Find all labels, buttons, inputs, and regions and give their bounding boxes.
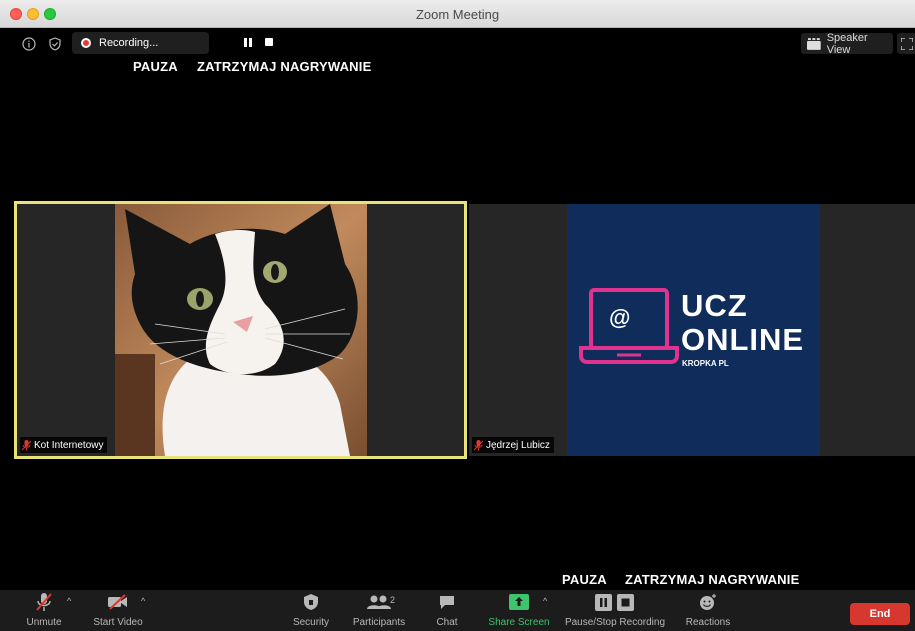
caret-up-icon[interactable]: ^ — [141, 596, 145, 606]
pause-icon[interactable] — [244, 38, 252, 47]
start-video-button[interactable]: Start Video — [90, 590, 146, 631]
annotation-pause-top: PAUZA — [133, 59, 178, 74]
chat-label: Chat — [436, 617, 458, 628]
caret-up-icon[interactable]: ^ — [543, 596, 547, 606]
microphone-muted-icon — [36, 593, 52, 611]
window-titlebar: Zoom Meeting — [0, 0, 915, 28]
participants-count: 2 — [390, 595, 396, 605]
shield-check-icon[interactable] — [48, 37, 62, 51]
info-icon[interactable] — [22, 37, 36, 51]
chat-icon — [440, 595, 454, 609]
annotation-stop-bottom: ZATRZYMAJ NAGRYWANIE — [625, 572, 800, 587]
participant-name-tag: Jędrzej Lubicz — [472, 437, 554, 453]
reactions-icon — [700, 594, 716, 610]
speaker-view-button[interactable]: Speaker View — [801, 31, 893, 56]
share-screen-label: Share Screen — [488, 617, 550, 628]
participants-label: Participants — [352, 617, 406, 628]
reactions-label: Reactions — [685, 617, 731, 628]
recording-indicator: Recording... — [72, 32, 273, 54]
share-screen-icon — [509, 594, 529, 610]
reactions-button[interactable]: Reactions — [683, 590, 733, 631]
microphone-muted-icon — [22, 439, 31, 450]
annotation-pause-bottom: PAUZA — [562, 572, 607, 587]
pause-stop-recording-icon — [595, 593, 634, 611]
logo-line-1: UCZ — [681, 288, 748, 323]
record-icon — [81, 38, 91, 48]
end-meeting-button[interactable]: End — [850, 603, 910, 625]
cat-video-image — [115, 204, 367, 456]
fullscreen-icon — [901, 38, 913, 50]
stop-icon[interactable] — [265, 38, 273, 46]
window-title: Zoom Meeting — [415, 7, 500, 22]
fullscreen-button[interactable] — [897, 33, 915, 54]
chat-button[interactable]: Chat — [432, 590, 462, 631]
ucz-online-logo: @ UCZ ONLINE KROPKA PL — [567, 204, 820, 456]
pause-stop-recording-label: Pause/Stop Recording — [564, 617, 666, 628]
microphone-muted-icon — [474, 439, 483, 450]
start-video-label: Start Video — [93, 617, 143, 628]
meeting-toolbar: Unmute ^ Start Video ^ Security Particip… — [0, 590, 915, 631]
participant-name: Jędrzej Lubicz — [486, 439, 550, 451]
caret-up-icon[interactable]: ^ — [67, 596, 71, 606]
participants-icon — [367, 595, 391, 609]
speaker-view-label: Speaker View — [826, 31, 868, 56]
unmute-label: Unmute — [26, 617, 62, 628]
logo-line-3: KROPKA PL — [682, 359, 729, 368]
video-off-icon — [108, 594, 127, 610]
security-button[interactable]: Security — [289, 590, 333, 631]
pause-stop-recording-button[interactable]: Pause/Stop Recording — [563, 590, 667, 631]
logo-line-2: ONLINE — [681, 322, 805, 357]
at-sign-glyph: @ — [609, 305, 631, 330]
laptop-icon — [579, 288, 679, 364]
recording-label: Recording... — [99, 37, 159, 49]
security-label: Security — [292, 617, 330, 628]
video-tile-active-speaker[interactable]: Kot Internetowy — [14, 201, 467, 459]
share-screen-button[interactable]: Share Screen — [487, 590, 551, 631]
participants-button[interactable]: Participants — [350, 590, 408, 631]
participant-name: Kot Internetowy — [34, 439, 104, 451]
security-shield-icon — [304, 594, 318, 610]
speaker-view-icon — [807, 37, 821, 50]
video-tile[interactable]: @ UCZ ONLINE KROPKA PL Jędrzej Lubicz — [469, 204, 915, 456]
unmute-button[interactable]: Unmute — [24, 590, 64, 631]
annotation-stop-top: ZATRZYMAJ NAGRYWANIE — [197, 59, 372, 74]
participant-name-tag: Kot Internetowy — [20, 437, 108, 453]
